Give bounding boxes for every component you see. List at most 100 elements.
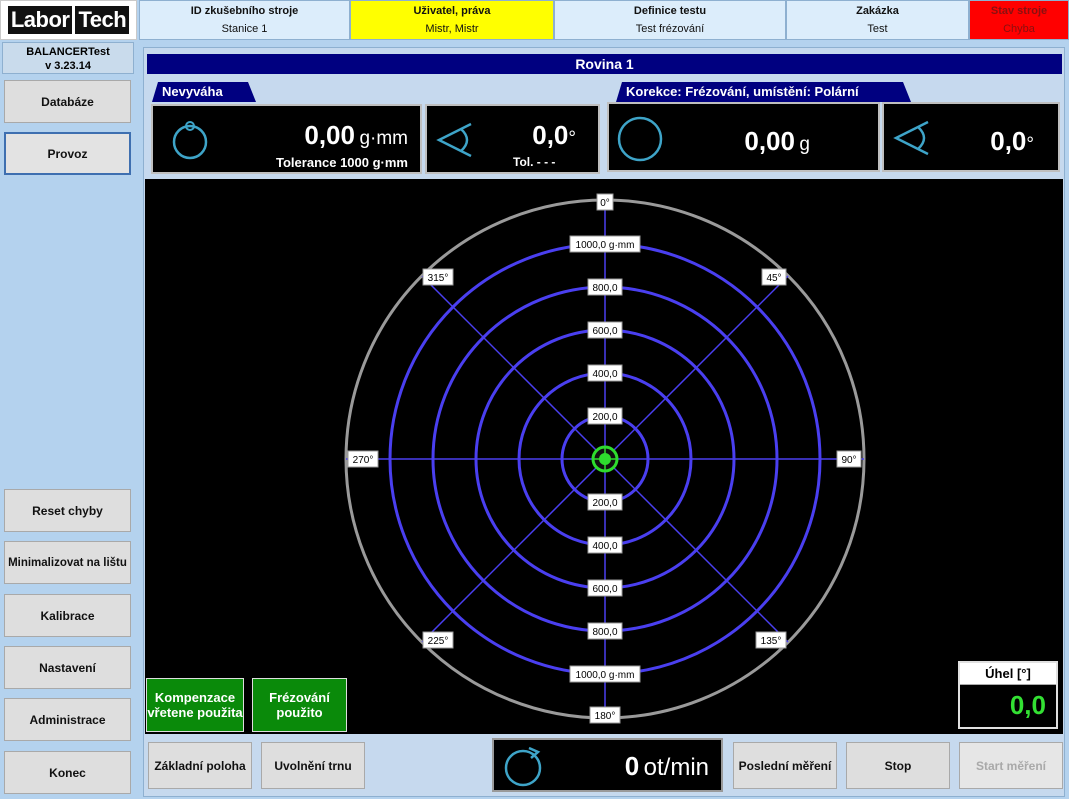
unbalance-angle-box: 0,0° Tol. - - - bbox=[425, 104, 600, 174]
angle-display-value: 0,0 bbox=[1009, 690, 1046, 720]
ring-label-upper-800: 800,0 bbox=[587, 278, 623, 296]
correction-angle-unit: ° bbox=[1026, 134, 1034, 155]
header-machine-status: Stav stroje Chyba bbox=[969, 0, 1069, 40]
header-title: Stav stroje bbox=[990, 5, 1048, 17]
plane-title: Rovina 1 bbox=[147, 54, 1062, 74]
ring-label-upper-600: 600,0 bbox=[587, 321, 623, 339]
home-position-button[interactable]: Základní poloha bbox=[148, 742, 252, 789]
svg-text:400,0: 400,0 bbox=[592, 369, 617, 380]
correction-ring-icon bbox=[617, 116, 663, 162]
svg-text:400,0: 400,0 bbox=[592, 541, 617, 552]
correction-angle-value: 0,0 bbox=[990, 126, 1027, 156]
polar-plot: 0° 45° 90° 135° 180° 225° 270° 315° 1000… bbox=[145, 179, 1063, 734]
ring-label-upper-200: 200,0 bbox=[587, 407, 623, 425]
spindle-compensation-badge[interactable]: Kompenzace vřetene použita bbox=[146, 678, 244, 732]
milling-applied-badge[interactable]: Frézování použito bbox=[252, 678, 347, 732]
unbalance-ring-icon bbox=[172, 121, 208, 160]
svg-text:135°: 135° bbox=[761, 636, 782, 647]
svg-text:45°: 45° bbox=[766, 273, 781, 284]
angle-label-225: 225° bbox=[422, 631, 454, 649]
polar-plot-svg: 0° 45° 90° 135° 180° 225° 270° 315° 1000… bbox=[344, 193, 866, 724]
sidebar-button-administration[interactable]: Administrace bbox=[4, 698, 131, 741]
sidebar-button-reset-error[interactable]: Reset chyby bbox=[4, 489, 131, 532]
header-order: Zakázka Test bbox=[786, 0, 969, 40]
ring-label-lower-1000: 1000,0 g·mm bbox=[569, 665, 641, 683]
header-title: ID zkušebního stroje bbox=[190, 5, 299, 17]
ring-label-upper-400: 400,0 bbox=[587, 364, 623, 382]
angle-label-90: 90° bbox=[836, 450, 862, 468]
svg-text:180°: 180° bbox=[595, 711, 616, 722]
ring-label-lower-200: 200,0 bbox=[587, 493, 623, 511]
angle-display: Úhel [°] 0,0 bbox=[958, 661, 1058, 729]
angle-label-0: 0° bbox=[596, 193, 614, 211]
svg-text:200,0: 200,0 bbox=[592, 412, 617, 423]
sidebar-button-minimize[interactable]: Minimalizovat na lištu bbox=[4, 541, 131, 584]
header-value: Test bbox=[867, 23, 888, 35]
angle-display-label: Úhel [°] bbox=[960, 663, 1056, 685]
svg-text:90°: 90° bbox=[841, 455, 856, 466]
app-version-box: BALANCERTest v 3.23.14 bbox=[2, 42, 134, 74]
app-name: BALANCERTest bbox=[26, 46, 110, 58]
svg-text:600,0: 600,0 bbox=[592, 326, 617, 337]
unbalance-unit: g·mm bbox=[359, 128, 408, 149]
release-arbor-button[interactable]: Uvolnění trnu bbox=[261, 742, 365, 789]
unbalance-value-box: 0,00 g·mm Tolerance 1000 g·mm bbox=[151, 104, 422, 174]
logo-part1: Labor bbox=[7, 6, 73, 34]
labortech-logo: Labor Tech bbox=[0, 0, 137, 40]
ring-label-lower-400: 400,0 bbox=[587, 536, 623, 554]
ring-label-upper-1000: 1000,0 g·mm bbox=[569, 235, 641, 253]
svg-text:1000,0 g·mm: 1000,0 g·mm bbox=[576, 670, 635, 681]
angle-label-180: 180° bbox=[589, 706, 621, 724]
stop-button[interactable]: Stop bbox=[846, 742, 950, 789]
rotation-icon bbox=[504, 746, 542, 787]
header-value: Stanice 1 bbox=[221, 23, 268, 35]
header-value: Chyba bbox=[1003, 23, 1035, 35]
correction-angle-box: 0,0° bbox=[882, 102, 1060, 172]
angle-icon bbox=[893, 120, 929, 156]
svg-text:225°: 225° bbox=[428, 636, 449, 647]
svg-text:800,0: 800,0 bbox=[592, 283, 617, 294]
app-version: v 3.23.14 bbox=[45, 60, 91, 72]
header-machine-id: ID zkušebního stroje Stanice 1 bbox=[139, 0, 350, 40]
angle-icon bbox=[436, 122, 472, 158]
speed-display: 0 ot/min bbox=[492, 738, 723, 792]
tab-correction[interactable]: Korekce: Frézování, umístění: Polární bbox=[616, 82, 911, 102]
unbalance-tolerance: Tolerance 1000 g·mm bbox=[276, 155, 408, 170]
sidebar-button-calibration[interactable]: Kalibrace bbox=[4, 594, 131, 637]
sidebar-button-exit[interactable]: Konec bbox=[4, 751, 131, 794]
correction-value: 0,00 bbox=[744, 126, 795, 156]
header-value: Mistr, Mistr bbox=[425, 23, 479, 35]
header-user: Uživatel, práva Mistr, Mistr bbox=[350, 0, 554, 40]
angle-label-135: 135° bbox=[755, 631, 787, 649]
correction-unit: g bbox=[799, 134, 810, 155]
svg-text:800,0: 800,0 bbox=[592, 627, 617, 638]
header-title: Definice testu bbox=[633, 5, 707, 17]
sidebar-button-settings[interactable]: Nastavení bbox=[4, 646, 131, 689]
svg-text:0°: 0° bbox=[600, 198, 610, 209]
header-title: Zakázka bbox=[856, 5, 899, 17]
unbalance-angle-value: 0,0 bbox=[532, 120, 569, 150]
speed-unit: ot/min bbox=[643, 754, 709, 781]
svg-text:200,0: 200,0 bbox=[592, 498, 617, 509]
tab-unbalance[interactable]: Nevyváha bbox=[152, 82, 256, 102]
sidebar-button-database[interactable]: Databáze bbox=[4, 80, 131, 123]
correction-value-box: 0,00 g bbox=[607, 102, 880, 172]
header-value: Test frézování bbox=[635, 23, 705, 35]
ring-label-lower-800: 800,0 bbox=[587, 622, 623, 640]
angle-label-270: 270° bbox=[347, 450, 379, 468]
svg-text:600,0: 600,0 bbox=[592, 584, 617, 595]
sidebar-button-operation[interactable]: Provoz bbox=[4, 132, 131, 175]
angle-label-315: 315° bbox=[422, 268, 454, 286]
header-test-definition: Definice testu Test frézování bbox=[554, 0, 786, 40]
svg-text:315°: 315° bbox=[428, 273, 449, 284]
unbalance-value: 0,00 bbox=[304, 120, 355, 150]
logo-part2: Tech bbox=[75, 6, 130, 34]
ring-label-lower-600: 600,0 bbox=[587, 579, 623, 597]
last-measurement-button[interactable]: Poslední měření bbox=[733, 742, 837, 789]
measurement-point-marker bbox=[591, 445, 619, 473]
start-measurement-button[interactable]: Start měření bbox=[959, 742, 1063, 789]
svg-text:1000,0 g·mm: 1000,0 g·mm bbox=[576, 240, 635, 251]
angle-label-45: 45° bbox=[761, 268, 787, 286]
speed-value: 0 bbox=[624, 751, 640, 781]
unbalance-angle-unit: ° bbox=[568, 128, 576, 149]
